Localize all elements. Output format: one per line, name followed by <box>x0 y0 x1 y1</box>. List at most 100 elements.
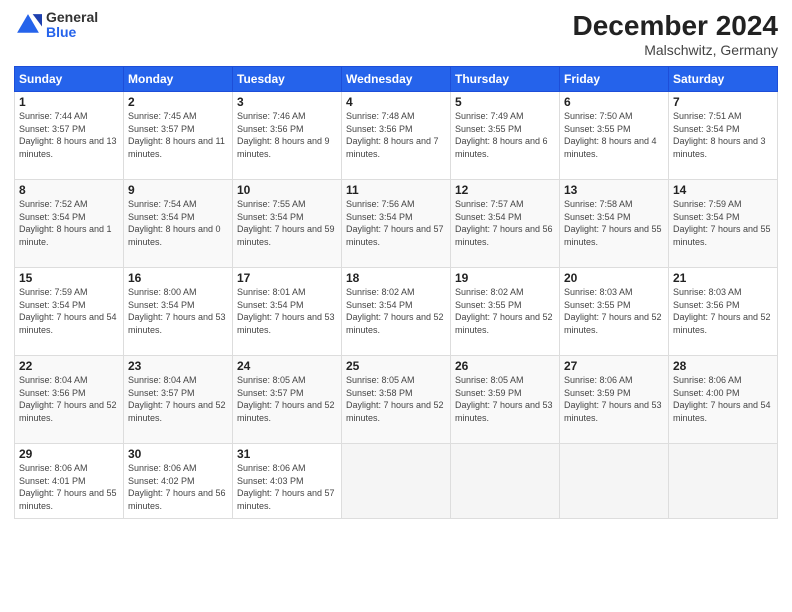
day-info: Sunrise: 8:05 AM Sunset: 3:59 PM Dayligh… <box>455 374 555 424</box>
calendar-cell: 20 Sunrise: 8:03 AM Sunset: 3:55 PM Dayl… <box>560 268 669 356</box>
day-info: Sunrise: 7:55 AM Sunset: 3:54 PM Dayligh… <box>237 198 337 248</box>
logo: General Blue <box>14 10 98 41</box>
logo-general-text: General <box>46 10 98 25</box>
calendar-cell: 13 Sunrise: 7:58 AM Sunset: 3:54 PM Dayl… <box>560 180 669 268</box>
day-info: Sunrise: 7:57 AM Sunset: 3:54 PM Dayligh… <box>455 198 555 248</box>
logo-blue-text: Blue <box>46 25 98 40</box>
calendar-cell: 29 Sunrise: 8:06 AM Sunset: 4:01 PM Dayl… <box>15 444 124 519</box>
day-number: 31 <box>237 447 337 461</box>
day-number: 4 <box>346 95 446 109</box>
day-number: 16 <box>128 271 228 285</box>
day-number: 25 <box>346 359 446 373</box>
header-thursday: Thursday <box>451 67 560 92</box>
logo-icon <box>14 11 42 39</box>
header-friday: Friday <box>560 67 669 92</box>
day-number: 26 <box>455 359 555 373</box>
logo-text: General Blue <box>46 10 98 41</box>
header-saturday: Saturday <box>669 67 778 92</box>
day-number: 7 <box>673 95 773 109</box>
calendar-cell <box>451 444 560 519</box>
header-monday: Monday <box>124 67 233 92</box>
calendar-cell: 25 Sunrise: 8:05 AM Sunset: 3:58 PM Dayl… <box>342 356 451 444</box>
day-info: Sunrise: 7:54 AM Sunset: 3:54 PM Dayligh… <box>128 198 228 248</box>
header-tuesday: Tuesday <box>233 67 342 92</box>
calendar-cell: 30 Sunrise: 8:06 AM Sunset: 4:02 PM Dayl… <box>124 444 233 519</box>
day-info: Sunrise: 8:05 AM Sunset: 3:57 PM Dayligh… <box>237 374 337 424</box>
day-info: Sunrise: 7:51 AM Sunset: 3:54 PM Dayligh… <box>673 110 773 160</box>
day-info: Sunrise: 7:59 AM Sunset: 3:54 PM Dayligh… <box>673 198 773 248</box>
day-info: Sunrise: 8:01 AM Sunset: 3:54 PM Dayligh… <box>237 286 337 336</box>
day-info: Sunrise: 8:06 AM Sunset: 4:00 PM Dayligh… <box>673 374 773 424</box>
calendar-cell: 24 Sunrise: 8:05 AM Sunset: 3:57 PM Dayl… <box>233 356 342 444</box>
header-sunday: Sunday <box>15 67 124 92</box>
day-info: Sunrise: 8:04 AM Sunset: 3:57 PM Dayligh… <box>128 374 228 424</box>
calendar-cell: 21 Sunrise: 8:03 AM Sunset: 3:56 PM Dayl… <box>669 268 778 356</box>
calendar-cell: 3 Sunrise: 7:46 AM Sunset: 3:56 PM Dayli… <box>233 92 342 180</box>
calendar-cell: 16 Sunrise: 8:00 AM Sunset: 3:54 PM Dayl… <box>124 268 233 356</box>
calendar-cell: 28 Sunrise: 8:06 AM Sunset: 4:00 PM Dayl… <box>669 356 778 444</box>
day-number: 20 <box>564 271 664 285</box>
day-number: 30 <box>128 447 228 461</box>
calendar-cell: 6 Sunrise: 7:50 AM Sunset: 3:55 PM Dayli… <box>560 92 669 180</box>
calendar-cell: 27 Sunrise: 8:06 AM Sunset: 3:59 PM Dayl… <box>560 356 669 444</box>
day-info: Sunrise: 7:45 AM Sunset: 3:57 PM Dayligh… <box>128 110 228 160</box>
day-info: Sunrise: 7:44 AM Sunset: 3:57 PM Dayligh… <box>19 110 119 160</box>
day-number: 14 <box>673 183 773 197</box>
day-info: Sunrise: 8:02 AM Sunset: 3:54 PM Dayligh… <box>346 286 446 336</box>
day-number: 15 <box>19 271 119 285</box>
calendar-cell: 26 Sunrise: 8:05 AM Sunset: 3:59 PM Dayl… <box>451 356 560 444</box>
day-number: 27 <box>564 359 664 373</box>
day-number: 6 <box>564 95 664 109</box>
calendar-cell: 31 Sunrise: 8:06 AM Sunset: 4:03 PM Dayl… <box>233 444 342 519</box>
day-number: 8 <box>19 183 119 197</box>
day-info: Sunrise: 7:59 AM Sunset: 3:54 PM Dayligh… <box>19 286 119 336</box>
day-info: Sunrise: 8:05 AM Sunset: 3:58 PM Dayligh… <box>346 374 446 424</box>
day-number: 18 <box>346 271 446 285</box>
calendar-cell: 7 Sunrise: 7:51 AM Sunset: 3:54 PM Dayli… <box>669 92 778 180</box>
day-number: 29 <box>19 447 119 461</box>
title-block: December 2024 Malschwitz, Germany <box>573 10 778 58</box>
day-info: Sunrise: 8:02 AM Sunset: 3:55 PM Dayligh… <box>455 286 555 336</box>
day-info: Sunrise: 8:03 AM Sunset: 3:55 PM Dayligh… <box>564 286 664 336</box>
day-info: Sunrise: 7:52 AM Sunset: 3:54 PM Dayligh… <box>19 198 119 248</box>
day-number: 10 <box>237 183 337 197</box>
calendar-cell <box>342 444 451 519</box>
calendar-cell <box>669 444 778 519</box>
day-number: 5 <box>455 95 555 109</box>
calendar-cell: 23 Sunrise: 8:04 AM Sunset: 3:57 PM Dayl… <box>124 356 233 444</box>
day-number: 28 <box>673 359 773 373</box>
day-info: Sunrise: 8:06 AM Sunset: 4:02 PM Dayligh… <box>128 462 228 512</box>
day-info: Sunrise: 8:06 AM Sunset: 4:01 PM Dayligh… <box>19 462 119 512</box>
day-number: 13 <box>564 183 664 197</box>
day-number: 19 <box>455 271 555 285</box>
day-info: Sunrise: 8:06 AM Sunset: 3:59 PM Dayligh… <box>564 374 664 424</box>
calendar-cell: 14 Sunrise: 7:59 AM Sunset: 3:54 PM Dayl… <box>669 180 778 268</box>
calendar-cell: 4 Sunrise: 7:48 AM Sunset: 3:56 PM Dayli… <box>342 92 451 180</box>
day-number: 22 <box>19 359 119 373</box>
calendar-cell: 1 Sunrise: 7:44 AM Sunset: 3:57 PM Dayli… <box>15 92 124 180</box>
day-number: 21 <box>673 271 773 285</box>
calendar-cell: 10 Sunrise: 7:55 AM Sunset: 3:54 PM Dayl… <box>233 180 342 268</box>
calendar-cell: 9 Sunrise: 7:54 AM Sunset: 3:54 PM Dayli… <box>124 180 233 268</box>
calendar-cell: 19 Sunrise: 8:02 AM Sunset: 3:55 PM Dayl… <box>451 268 560 356</box>
day-info: Sunrise: 7:50 AM Sunset: 3:55 PM Dayligh… <box>564 110 664 160</box>
header-wednesday: Wednesday <box>342 67 451 92</box>
day-info: Sunrise: 8:06 AM Sunset: 4:03 PM Dayligh… <box>237 462 337 512</box>
calendar-cell: 12 Sunrise: 7:57 AM Sunset: 3:54 PM Dayl… <box>451 180 560 268</box>
day-info: Sunrise: 7:56 AM Sunset: 3:54 PM Dayligh… <box>346 198 446 248</box>
day-number: 12 <box>455 183 555 197</box>
day-number: 9 <box>128 183 228 197</box>
day-number: 2 <box>128 95 228 109</box>
day-number: 11 <box>346 183 446 197</box>
calendar-cell: 17 Sunrise: 8:01 AM Sunset: 3:54 PM Dayl… <box>233 268 342 356</box>
calendar-cell: 15 Sunrise: 7:59 AM Sunset: 3:54 PM Dayl… <box>15 268 124 356</box>
calendar-table: Sunday Monday Tuesday Wednesday Thursday… <box>14 66 778 519</box>
calendar-cell: 2 Sunrise: 7:45 AM Sunset: 3:57 PM Dayli… <box>124 92 233 180</box>
calendar-cell: 18 Sunrise: 8:02 AM Sunset: 3:54 PM Dayl… <box>342 268 451 356</box>
header: General Blue December 2024 Malschwitz, G… <box>14 10 778 58</box>
calendar-cell: 11 Sunrise: 7:56 AM Sunset: 3:54 PM Dayl… <box>342 180 451 268</box>
calendar-cell: 22 Sunrise: 8:04 AM Sunset: 3:56 PM Dayl… <box>15 356 124 444</box>
day-info: Sunrise: 7:58 AM Sunset: 3:54 PM Dayligh… <box>564 198 664 248</box>
location: Malschwitz, Germany <box>573 42 778 58</box>
day-info: Sunrise: 7:48 AM Sunset: 3:56 PM Dayligh… <box>346 110 446 160</box>
